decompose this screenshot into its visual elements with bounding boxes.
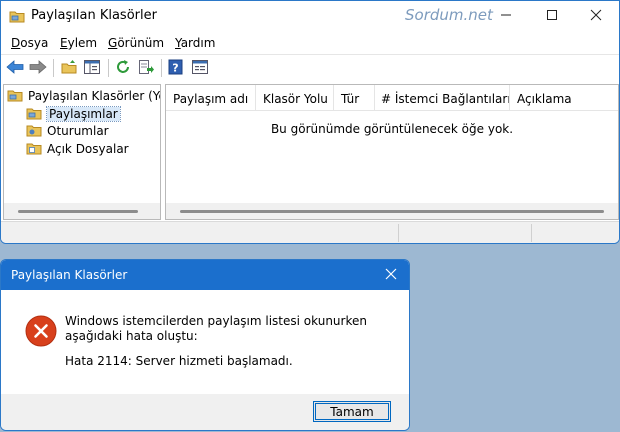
dialog-title-bar[interactable]: Paylaşılan Klasörler [1,260,409,290]
list-horizontal-scrollbar[interactable] [166,203,618,219]
console-tree-icon [84,59,100,78]
dialog-footer: Tamam [1,394,409,430]
column-divider[interactable] [509,85,510,111]
minimize-button[interactable] [483,1,529,31]
menu-gorunum[interactable]: Görünüm [108,36,164,50]
column-header-share-name[interactable]: Paylaşım adı [173,92,248,106]
shared-folder-icon [9,9,25,26]
scrollbar-thumb[interactable] [18,210,138,213]
menu-yardim[interactable]: Yardım [175,36,215,50]
minimize-icon [500,9,512,24]
tree-item-label: Paylaşımlar [46,106,121,122]
status-divider [531,224,532,242]
title-bar[interactable]: Paylaşılan Klasörler Sordum.net [1,1,619,31]
menu-dosya-accel: D [11,36,21,50]
watermark-text: Sordum.net [405,6,493,24]
main-window: Paylaşılan Klasörler Sordum.net Dosya Ey… [0,0,620,244]
console-tree[interactable]: Paylaşılan Klasörler (Yerel) Paylaşımlar… [3,84,161,220]
close-button[interactable] [573,1,619,31]
menu-gorunum-accel: G [108,36,118,50]
shared-folder-icon [26,106,42,123]
menu-dosya[interactable]: Dosya [11,36,48,50]
up-folder-icon [61,59,77,78]
toolbar-separator [108,59,109,77]
list-header: Paylaşım adı Klasör Yolu Tür # İstemci B… [166,85,618,111]
dialog-body: Windows istemcilerden paylaşım listesi o… [1,290,409,394]
menu-eylem[interactable]: Eylem [60,36,97,50]
tree-item-oturumlar[interactable]: Oturumlar [26,123,109,139]
forward-button[interactable] [29,59,47,77]
properties-icon [192,59,208,78]
tree-root[interactable]: Paylaşılan Klasörler (Yerel) [7,88,160,105]
toolbar-separator [161,59,162,77]
refresh-icon [115,59,131,78]
help-button[interactable]: ? [167,59,185,77]
empty-list-message: Bu görünümde görüntülenecek öğe yok. [270,122,514,136]
dialog-message: Windows istemcilerden paylaşım listesi o… [65,314,367,343]
toolbar-separator [53,59,54,77]
maximize-icon [546,9,558,24]
help-icon: ? [168,59,184,78]
maximize-button[interactable] [529,1,575,31]
tree-item-label: Açık Dosyalar [47,142,129,156]
menu-eylem-label: ylem [67,36,98,50]
up-folder-button[interactable] [60,59,78,77]
status-bar [1,221,619,243]
status-divider [398,224,399,242]
toolbar: ? [1,54,619,80]
error-x-icon [25,315,57,350]
back-button[interactable] [6,59,24,77]
dialog-close-button[interactable] [385,268,397,283]
menu-dosya-label: osya [20,36,49,50]
tree-item-label: Oturumlar [47,124,109,138]
column-header-client-connections[interactable]: # İstemci Bağlantıları [381,92,511,106]
menu-gorunum-label: örünüm [117,36,165,50]
column-header-description[interactable]: Açıklama [517,92,572,106]
column-divider[interactable] [333,85,334,111]
sessions-folder-icon [26,123,42,140]
back-arrow-icon [6,59,24,77]
forward-arrow-icon [29,59,47,77]
refresh-button[interactable] [114,59,132,77]
svg-text:?: ? [172,61,178,74]
export-list-button[interactable] [137,59,155,77]
open-files-folder-icon [26,141,42,158]
ok-button[interactable]: Tamam [313,401,391,422]
menu-eylem-accel: E [60,36,68,50]
tree-root-label: Paylaşılan Klasörler (Yerel) [28,89,160,103]
shared-folder-icon [7,88,23,105]
export-list-icon [138,59,154,78]
tree-horizontal-scrollbar[interactable] [4,203,160,219]
close-icon [385,268,397,283]
scrollbar-thumb[interactable] [180,210,604,213]
dialog-title: Paylaşılan Klasörler [11,268,128,282]
column-divider[interactable] [255,85,256,111]
tree-item-paylasimlar[interactable]: Paylaşımlar [26,106,121,123]
dialog-error-text: Hata 2114: Server hizmeti başlamadı. [65,354,293,368]
menu-bar: Dosya Eylem Görünüm Yardım [1,32,619,54]
menu-yardim-label: ardım [180,36,216,50]
details-list[interactable]: Paylaşım adı Klasör Yolu Tür # İstemci B… [165,84,619,220]
window-title: Paylaşılan Klasörler [31,8,157,23]
column-header-folder-path[interactable]: Klasör Yolu [263,92,328,106]
column-divider[interactable] [374,85,375,111]
properties-button[interactable] [191,59,209,77]
show-tree-button[interactable] [83,59,101,77]
tree-item-acik-dosyalar[interactable]: Açık Dosyalar [26,141,129,157]
close-icon [590,9,602,24]
column-header-type[interactable]: Tür [341,92,359,106]
error-dialog: Paylaşılan Klasörler Windows istemcilerd… [0,259,410,431]
